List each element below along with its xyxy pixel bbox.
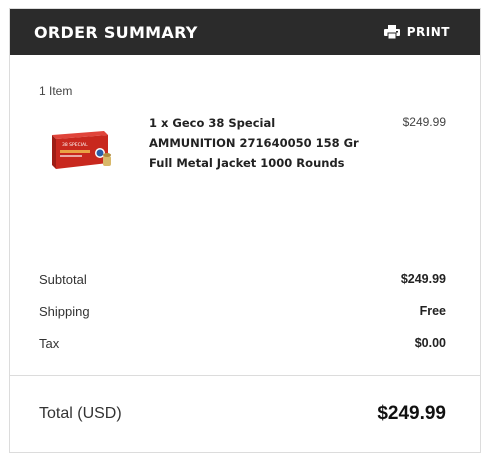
totals-section: Subtotal $249.99 Shipping Free Tax $0.00 [39,263,446,359]
subtotal-label: Subtotal [39,271,87,287]
item-count: 1 Item [39,84,73,98]
tax-row: Tax $0.00 [39,327,446,359]
subtotal-value: $249.99 [400,272,446,286]
cart-item: 38 SPECIAL 1 x Geco 38 Special AMMUNITIO… [39,113,446,185]
svg-text:38 SPECIAL: 38 SPECIAL [62,142,88,148]
item-description[interactable]: 1 x Geco 38 Special AMMUNITION 271640050… [149,113,359,185]
print-label: PRINT [406,25,450,39]
shipping-row: Shipping Free [39,295,446,327]
order-summary-title: ORDER SUMMARY [34,22,198,42]
tax-value: $0.00 [414,336,446,350]
shipping-value: Free [419,304,446,318]
shipping-label: Shipping [39,303,90,319]
grand-total-row: Total (USD) $249.99 [39,403,446,425]
divider [10,375,480,376]
printer-icon [383,25,400,39]
order-summary-header: ORDER SUMMARY PRINT [10,9,480,55]
subtotal-row: Subtotal $249.99 [39,263,446,295]
grand-total-value: $249.99 [377,403,446,424]
order-summary-card: ORDER SUMMARY PRINT 1 Item 38 SPECIAL 1 … [9,8,481,453]
item-price: $249.99 [402,115,446,129]
print-button[interactable]: PRINT [383,25,450,39]
ammo-box-image[interactable]: 38 SPECIAL [48,113,115,185]
grand-total-label: Total (USD) [39,405,122,422]
tax-label: Tax [39,335,60,351]
